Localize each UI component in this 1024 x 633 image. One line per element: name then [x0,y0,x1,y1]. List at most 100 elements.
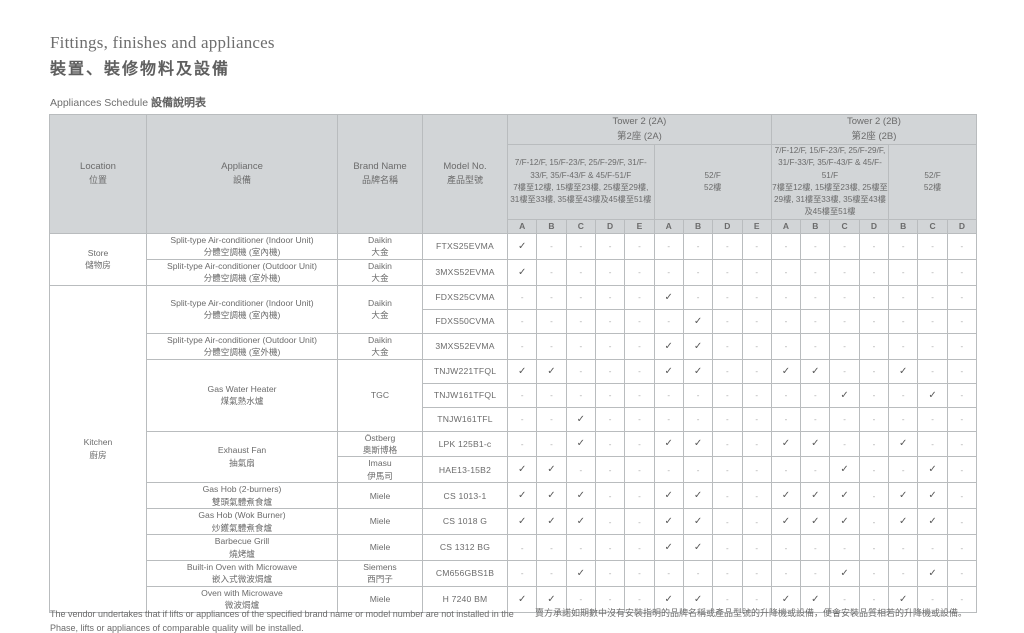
check-icon: ✓ [664,291,673,303]
dash-icon: - [726,342,729,352]
brand-en: Miele [369,516,391,527]
cell-model: CS 1312 BG [422,534,508,562]
cell-mark-dash: - [917,406,948,432]
brand-en: Miele [369,490,391,501]
dash-icon: - [960,317,964,327]
dash-icon: - [696,242,700,252]
dash-icon: - [872,517,876,527]
dash-icon: - [726,465,729,475]
dash-icon: - [931,293,934,303]
dash-icon: - [813,543,817,553]
dash-icon: - [755,465,758,475]
cell-mark-dash: - [624,358,655,384]
cell-mark-check: ✓ [888,430,919,458]
check-icon: ✓ [517,266,527,278]
cell-mark-dash: - [624,456,655,484]
brand-en: Daikin [368,334,392,345]
cell-location: Store 儲物房 [49,232,147,286]
dash-icon: - [843,595,846,605]
col-header-tower-2a: Tower 2 (2A) 第2座 (2A) [507,114,772,145]
cell-mark-dash: - [800,382,831,408]
cell-mark-dash: - [946,430,978,458]
dash-icon: - [872,491,876,501]
dash-icon: - [784,415,788,424]
dash-icon: - [813,293,817,303]
floor-group-en: 52/F [704,170,721,180]
table-row: Split-type Air-conditioner (Outdoor Unit… [50,332,978,360]
dash-icon: - [638,342,641,352]
footer-note-en: The vendor undertakes that if lifts or a… [50,609,514,633]
appliances-table-wrapper: Location 位置 Appliance 設備 Brand Name 品牌名稱… [49,114,978,613]
floor-group-en: 7/F-12/F, 15/F-23/F, 25/F-29/F, 31/F-33/… [514,158,647,180]
check-icon: ✓ [781,365,791,377]
cell-mark-check: ✓ [682,482,714,510]
cell-mark-check: ✓ [917,382,948,408]
dash-icon: - [550,415,553,424]
cell-mark-dash: - [624,332,655,360]
cell-mark-check: ✓ [536,456,567,484]
header-row-tower: Location 位置 Appliance 設備 Brand Name 品牌名稱… [49,114,978,234]
cell-mark-check: ✓ [829,482,860,510]
col-header-tower-2b: Tower 2 (2B) 第2座 (2B) [770,114,978,145]
check-icon: ✓ [811,365,820,377]
dash-icon: - [608,491,612,501]
col-header-appliance: Appliance 設備 [146,114,338,234]
cell-mark-dash: - [858,284,890,310]
cell-mark-dash: - [858,332,890,360]
brand-zh: 大金 [371,310,389,321]
check-icon: ✓ [693,438,703,450]
cell-mark-dash: - [858,358,890,384]
cell-mark-dash: - [829,406,860,432]
cell-model: TNJW221TFQL [422,358,508,384]
cell-mark-dash: - [770,456,802,484]
cell-mark-dash: - [506,284,538,310]
cell-mark-dash: - [506,430,538,458]
cell-mark-dash: - [741,232,772,260]
cell-mark-dash: - [506,332,538,360]
cell-mark-check: ✓ [653,430,684,458]
cell-mark-dash: - [624,232,655,260]
dash-icon: - [696,268,700,278]
cell-mark-dash: - [624,382,655,408]
cell-mark-dash: - [800,232,831,260]
cell-appliance: Split-type Air-conditioner (Indoor Unit)… [146,232,338,260]
col-header-brand: Brand Name 品牌名稱 [337,114,423,234]
dash-icon: - [696,293,700,303]
cell-model: 3MXS52EVMA [422,332,508,360]
dash-icon: - [726,543,729,553]
cell-mark-check: ✓ [565,430,596,458]
dash-icon: - [843,242,846,252]
dash-icon: - [726,569,729,579]
cell-mark-dash: - [800,332,831,360]
dash-icon: - [784,242,788,252]
dash-icon: - [550,543,553,553]
brand-en: Siemens [363,562,397,573]
cell-mark-dash: - [770,560,802,587]
appliance-en: Gas Hob (2-burners) [202,484,282,495]
appliances-table: Location 位置 Appliance 設備 Brand Name 品牌名稱… [49,114,978,613]
cell-mark-dash: - [858,308,890,334]
unit-header-3-B: B [888,218,919,234]
cell-appliance: Gas Hob (Wok Burner) 炒鑊氣體煮食爐 [146,508,338,536]
cell-mark-dash: - [594,284,626,310]
cell-mark-dash: - [829,332,860,360]
appliance-zh: 分體空調機 (室外機) [203,273,281,284]
check-icon: ✓ [547,593,556,605]
cell-mark-dash: - [682,232,714,260]
dash-icon: - [608,293,612,303]
dash-icon: - [931,367,934,376]
check-icon: ✓ [693,315,703,327]
section-subtitle-en: Appliances Schedule [50,97,151,109]
dash-icon: - [667,317,671,327]
cell-brand: Daikin 大金 [337,284,423,334]
dash-icon: - [579,293,583,303]
table-row: Kitchen 廚房 Split-type Air-conditioner (Ind… [49,284,978,613]
cell-mark-dash: - [829,358,860,384]
appliance-en: Split-type Air-conditioner (Outdoor Unit… [167,334,317,345]
brand-zh: 奧斯博格 [362,444,398,455]
floor-group-header-0: 7/F-12/F, 15/F-23/F, 25/F-29/F, 31/F-33/… [507,144,655,220]
check-icon: ✓ [693,490,703,502]
unit-header-1-E: E [741,218,772,234]
cell-mark-check: ✓ [682,358,714,384]
brand-en: Daikin [368,234,392,245]
